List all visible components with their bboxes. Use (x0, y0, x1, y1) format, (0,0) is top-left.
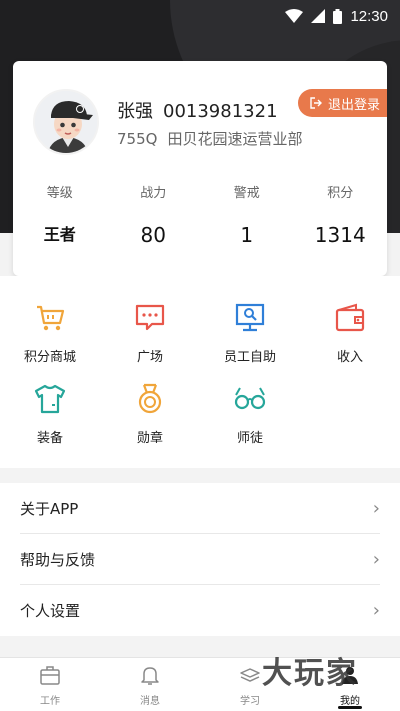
wallet-icon (335, 303, 365, 332)
stat-warning: 警戒 1 (200, 183, 294, 249)
briefcase-icon (40, 666, 60, 685)
chat-bubble-icon (135, 304, 165, 331)
logout-icon (310, 97, 322, 109)
medal-icon (138, 383, 162, 414)
watermark: 大玩家 (262, 656, 358, 691)
grid-item-label: 师徒 (236, 431, 263, 446)
tab-work[interactable]: 工作 (0, 658, 100, 711)
menu-item-help-feedback[interactable]: 帮助与反馈 › (20, 534, 380, 585)
chevron-right-icon: › (372, 497, 380, 519)
grid-item-square[interactable]: 广场 (100, 302, 200, 365)
tab-label: 消息 (140, 696, 160, 707)
branch-name: 田贝花园速运营业部 (167, 130, 303, 148)
tab-messages[interactable]: 消息 (100, 658, 200, 711)
user-name-line: 张强 0013981321 (117, 97, 288, 123)
menu-item-label: 个人设置 (20, 602, 81, 620)
status-bar: 12:30 (0, 0, 400, 32)
clock: 12:30 (350, 7, 388, 25)
stat-power: 战力 80 (107, 183, 201, 249)
grid-item-medals[interactable]: 勋章 (100, 383, 200, 446)
shopping-cart-icon (37, 305, 65, 331)
grid-item-label: 员工自助 (223, 350, 276, 365)
bell-icon (141, 667, 159, 685)
menu-item-label: 关于APP (20, 499, 79, 518)
tshirt-icon (34, 384, 66, 414)
user-branch-line: 755Q 田贝花园速运营业部 (117, 128, 312, 149)
stat-label: 战力 (140, 186, 167, 201)
stat-points: 积分 1314 (294, 183, 388, 249)
grid-item-points-mall[interactable]: 积分商城 (0, 302, 100, 365)
grid-item-label: 装备 (36, 431, 63, 446)
stat-value: 1 (240, 223, 254, 247)
tab-label: 我的 (340, 696, 360, 707)
stat-value: 1314 (314, 223, 366, 247)
tab-label: 工作 (40, 696, 60, 707)
settings-menu: 关于APP › 帮助与反馈 › 个人设置 › (0, 483, 400, 636)
logout-label: 退出登录 (328, 97, 381, 113)
tab-label: 学习 (240, 696, 260, 707)
grid-item-self-service[interactable]: 员工自助 (200, 302, 300, 365)
logout-button[interactable]: 退出登录 (298, 89, 387, 117)
stats-row: 等级 王者 战力 80 警戒 1 积分 1314 (13, 183, 387, 249)
menu-item-personal-settings[interactable]: 个人设置 › (20, 585, 380, 636)
stat-value: 80 (140, 223, 166, 247)
grid-item-income[interactable]: 收入 (300, 302, 400, 365)
glasses-icon (234, 387, 266, 410)
grid-item-label: 积分商城 (23, 350, 76, 365)
grid-item-label: 广场 (136, 350, 163, 365)
menu-item-label: 帮助与反馈 (20, 550, 96, 569)
feature-grid: 积分商城 广场 员工自助 收入 装备 勋章 师徒 (0, 276, 400, 468)
employee-id: 0013981321 (163, 101, 278, 122)
chevron-right-icon: › (372, 600, 380, 621)
battery-icon (333, 8, 343, 24)
stat-value: 王者 (43, 225, 76, 244)
stat-label: 警戒 (233, 186, 260, 201)
book-icon (240, 668, 260, 682)
wifi-icon (285, 9, 304, 23)
grid-item-equipment[interactable]: 装备 (0, 383, 100, 446)
monitor-search-icon (235, 303, 265, 332)
profile-card: 张强 0013981321 755Q 田贝花园速运营业部 退出登录 等级 王者 战力… (13, 61, 387, 276)
grid-item-mentorship[interactable]: 师徒 (200, 383, 300, 446)
stat-label: 等级 (46, 186, 73, 201)
grid-item-label: 勋章 (136, 431, 163, 446)
grid-item-label: 收入 (336, 350, 363, 365)
avatar[interactable] (33, 89, 99, 155)
chevron-right-icon: › (372, 548, 380, 570)
avatar-illustration-icon (35, 91, 97, 153)
site-code: 755Q (117, 130, 158, 148)
stat-label: 积分 (327, 186, 354, 201)
signal-icon (311, 9, 326, 23)
menu-item-about-app[interactable]: 关于APP › (20, 483, 380, 534)
stat-level: 等级 王者 (13, 183, 107, 249)
user-name: 张强 (117, 101, 153, 122)
